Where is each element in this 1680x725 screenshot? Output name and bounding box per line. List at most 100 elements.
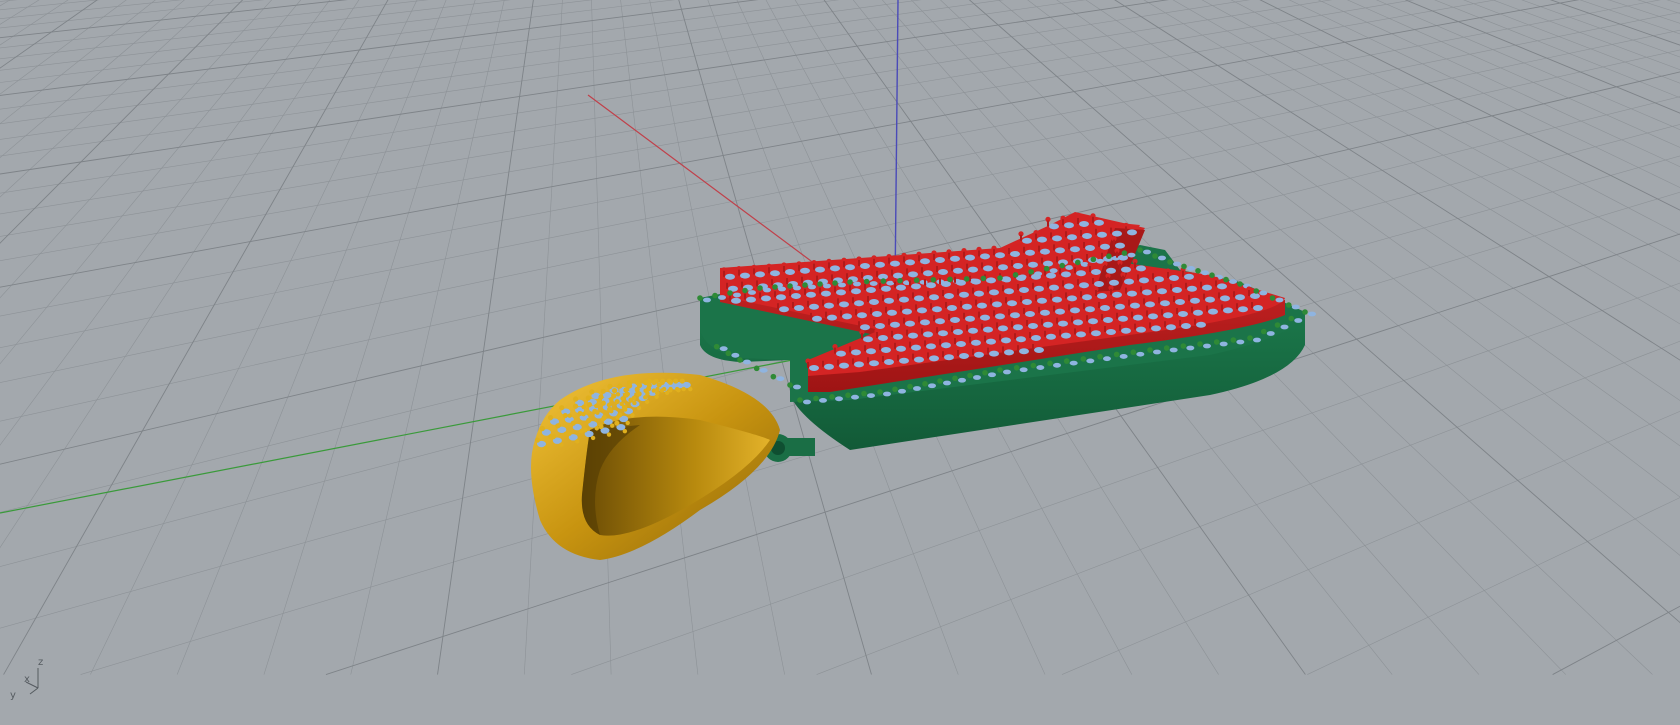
gemstone[interactable] bbox=[1043, 321, 1053, 328]
gemstone[interactable] bbox=[896, 284, 906, 291]
gemstone[interactable] bbox=[1121, 327, 1131, 334]
gemstone[interactable] bbox=[1088, 318, 1098, 325]
gemstone[interactable] bbox=[1259, 290, 1268, 296]
gemstone[interactable] bbox=[1094, 281, 1104, 287]
gemstone[interactable] bbox=[962, 303, 972, 310]
gemstone[interactable] bbox=[1031, 335, 1041, 341]
gemstone[interactable] bbox=[1036, 365, 1045, 370]
gemstone[interactable] bbox=[1037, 236, 1047, 243]
gemstone[interactable] bbox=[965, 254, 975, 261]
gemstone[interactable] bbox=[1229, 279, 1237, 284]
gemstone[interactable] bbox=[1079, 282, 1089, 289]
gemstone[interactable] bbox=[1186, 345, 1195, 351]
gemstone[interactable] bbox=[995, 313, 1005, 320]
gemstone[interactable] bbox=[1019, 367, 1028, 373]
gemstone[interactable] bbox=[759, 367, 768, 373]
gemstone[interactable] bbox=[703, 297, 711, 303]
gemstone[interactable] bbox=[1136, 351, 1145, 357]
gemstone[interactable] bbox=[1055, 308, 1065, 315]
gemstone[interactable] bbox=[890, 321, 900, 328]
gemstone[interactable] bbox=[1097, 293, 1107, 299]
gemstone[interactable] bbox=[1143, 249, 1151, 255]
gemstone[interactable] bbox=[1127, 290, 1137, 297]
gemstone[interactable] bbox=[1106, 267, 1116, 274]
gemstone[interactable] bbox=[821, 290, 831, 297]
gemstone[interactable] bbox=[983, 326, 993, 333]
gemstone[interactable] bbox=[959, 291, 969, 298]
gemstone[interactable] bbox=[1112, 230, 1122, 237]
gemstone[interactable] bbox=[968, 266, 978, 273]
gemstone[interactable] bbox=[1094, 219, 1104, 226]
gemstone[interactable] bbox=[1112, 291, 1122, 298]
gemstone[interactable] bbox=[1115, 303, 1125, 310]
gemstone[interactable] bbox=[971, 339, 981, 346]
gemstone[interactable] bbox=[992, 301, 1002, 308]
gemstone[interactable] bbox=[1187, 285, 1197, 292]
gemstone[interactable] bbox=[1034, 271, 1043, 277]
gemstone[interactable] bbox=[1100, 305, 1110, 311]
gemstone[interactable] bbox=[1001, 337, 1011, 344]
gemstone[interactable] bbox=[1013, 324, 1023, 331]
gemstone[interactable] bbox=[740, 272, 750, 279]
gemstone[interactable] bbox=[1163, 312, 1173, 319]
gemstone[interactable] bbox=[836, 350, 846, 357]
gemstone[interactable] bbox=[1253, 305, 1263, 311]
gemstone[interactable] bbox=[883, 391, 891, 397]
gemstone[interactable] bbox=[923, 270, 933, 277]
gemstone[interactable] bbox=[1022, 299, 1032, 305]
gemstone[interactable] bbox=[1025, 249, 1035, 256]
gemstone[interactable] bbox=[1003, 369, 1011, 375]
gemstone[interactable] bbox=[974, 290, 984, 297]
gemstone[interactable] bbox=[881, 347, 891, 353]
gemstone[interactable] bbox=[1136, 326, 1146, 333]
gemstone[interactable] bbox=[974, 351, 984, 358]
gemstone[interactable] bbox=[733, 292, 741, 298]
gemstone[interactable] bbox=[988, 372, 996, 378]
gemstone[interactable] bbox=[718, 295, 726, 300]
gemstone[interactable] bbox=[1049, 284, 1059, 291]
gemstone[interactable] bbox=[1070, 307, 1080, 314]
gemstone[interactable] bbox=[1052, 235, 1062, 242]
gemstone[interactable] bbox=[1034, 285, 1044, 292]
gemstone[interactable] bbox=[854, 300, 864, 307]
gemstone[interactable] bbox=[977, 302, 987, 309]
gemstone[interactable] bbox=[1067, 234, 1077, 241]
gemstone[interactable] bbox=[908, 271, 918, 278]
gemstone[interactable] bbox=[731, 352, 740, 358]
gemstone[interactable] bbox=[1153, 349, 1161, 355]
gemstone[interactable] bbox=[950, 317, 960, 323]
gemstone[interactable] bbox=[755, 271, 765, 278]
gemstone[interactable] bbox=[920, 319, 930, 326]
gemstone[interactable] bbox=[1294, 318, 1303, 323]
gemstone[interactable] bbox=[1236, 339, 1245, 345]
bail-loop[interactable] bbox=[531, 372, 780, 560]
gemstone[interactable] bbox=[913, 386, 921, 391]
gemstone[interactable] bbox=[1169, 347, 1178, 353]
gemstone[interactable] bbox=[917, 307, 927, 314]
gemstone[interactable] bbox=[791, 293, 801, 299]
gemstone[interactable] bbox=[809, 365, 819, 371]
gemstone[interactable] bbox=[1040, 309, 1050, 316]
gemstone[interactable] bbox=[719, 346, 728, 352]
gemstone[interactable] bbox=[860, 263, 870, 269]
gemstone[interactable] bbox=[1219, 341, 1228, 347]
gemstone[interactable] bbox=[1046, 333, 1056, 340]
gemstone[interactable] bbox=[893, 333, 903, 340]
gemstone[interactable] bbox=[1111, 255, 1120, 261]
gemstone[interactable] bbox=[800, 267, 810, 274]
gemstone[interactable] bbox=[1190, 297, 1200, 304]
gemstone[interactable] bbox=[1196, 321, 1206, 328]
gemstone[interactable] bbox=[1148, 313, 1158, 320]
gemstone[interactable] bbox=[1235, 294, 1245, 301]
gemstone[interactable] bbox=[867, 393, 875, 398]
gemstone[interactable] bbox=[1100, 243, 1110, 250]
gemstone[interactable] bbox=[911, 283, 921, 290]
gemstone[interactable] bbox=[1203, 343, 1211, 349]
gemstone[interactable] bbox=[947, 305, 957, 311]
gemstone[interactable] bbox=[778, 286, 786, 292]
gemstone[interactable] bbox=[1127, 252, 1136, 258]
gemstone[interactable] bbox=[1160, 300, 1170, 307]
gemstone[interactable] bbox=[1275, 297, 1284, 303]
gemstone[interactable] bbox=[860, 324, 870, 331]
gemstone[interactable] bbox=[1052, 296, 1062, 303]
